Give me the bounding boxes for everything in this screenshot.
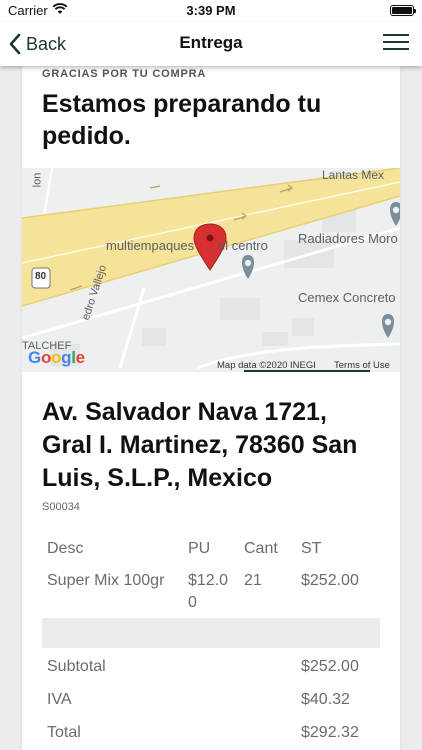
total-label: Total (47, 724, 81, 741)
map-scroll-indicator (244, 370, 370, 372)
thanks-eyebrow: GRACIAS POR TU COMPRA (42, 68, 207, 80)
clock: 3:39 PM (186, 3, 236, 18)
header-pu: PU (188, 540, 211, 557)
map-label-lantas: Lantas Mex (322, 168, 385, 182)
header-cant: Cant (244, 540, 278, 557)
map-label-el-centro: el centro (218, 238, 268, 253)
map-label-cemex: Cemex Concreto (298, 290, 396, 305)
page-title: Entrega (179, 33, 243, 52)
highway-shield-number: 80 (35, 271, 47, 282)
item-st: $252.00 (301, 572, 359, 589)
delivery-address: Av. Salvador Nava 1721, Gral I. Martinez… (42, 398, 358, 492)
map-label-multiempaques: multiempaques (106, 238, 195, 253)
status-bar: Carrier 3:39 PM (0, 0, 422, 22)
header-st: ST (301, 540, 322, 557)
order-code: S00034 (42, 501, 80, 513)
map-label-road: lon (31, 172, 44, 188)
iva-value: $40.32 (301, 691, 350, 708)
subtotal-label: Subtotal (47, 658, 106, 675)
map-label-radiadores: Radiadores Moro (298, 231, 398, 246)
battery-icon (390, 5, 416, 16)
delivery-map[interactable]: Lantas Mex lon multiempaques el centro R… (22, 168, 400, 372)
menu-icon[interactable] (383, 34, 409, 54)
header-desc: Desc (47, 540, 84, 557)
item-cant: 21 (244, 572, 262, 589)
table-divider-row (42, 618, 380, 648)
status-headline: Estamos preparando tu pedido. (42, 90, 322, 150)
item-desc: Super Mix 100gr (47, 572, 165, 589)
subtotal-value: $252.00 (301, 658, 359, 675)
map-canvas (22, 168, 400, 372)
total-value: $292.32 (301, 724, 359, 741)
order-card: GRACIAS POR TU COMPRA Estamos preparando… (22, 62, 400, 750)
iva-label: IVA (47, 691, 72, 708)
navigation-bar: Back Entrega (0, 22, 422, 66)
item-pu: $12.00 (188, 572, 229, 611)
google-logo: Google (28, 348, 85, 367)
